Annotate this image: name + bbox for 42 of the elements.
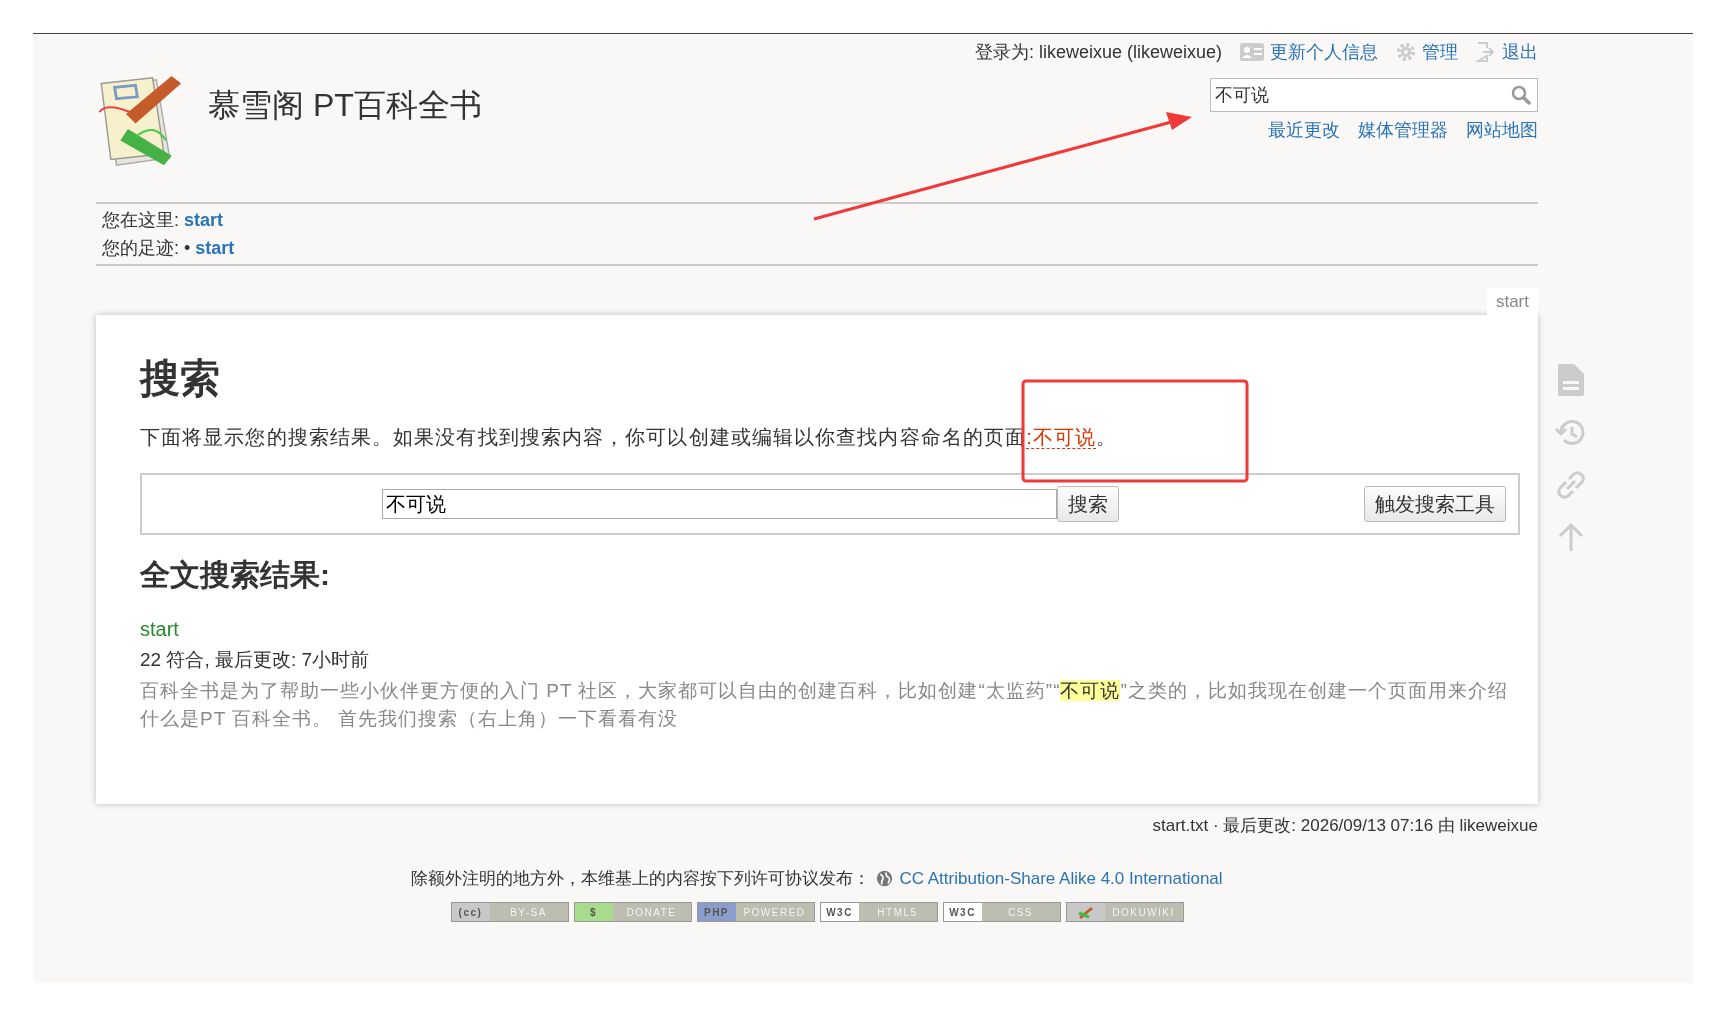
page-tab[interactable]: start <box>1486 288 1538 315</box>
login-status: 登录为: likeweixue (likeweixue) <box>974 41 1222 64</box>
page-heading: 搜索 <box>140 355 221 402</box>
site-title[interactable]: 慕雪阁 PT百科全书 <box>208 84 482 128</box>
search-field[interactable]: 不可说 <box>1210 78 1538 112</box>
search-input[interactable]: 不可说 <box>382 489 1057 519</box>
user-link[interactable]: 更新个人信息 <box>1240 40 1378 64</box>
link-icon[interactable] <box>1556 470 1586 500</box>
search-icon[interactable] <box>1511 85 1531 105</box>
search-tools-button[interactable]: 触发搜索工具 <box>1364 486 1506 522</box>
site-link[interactable]: 网站地图 <box>1466 118 1538 142</box>
user-link[interactable]: 管理 <box>1396 40 1458 64</box>
badge-link[interactable]: $ DONATE <box>573 902 692 922</box>
globe-icon <box>876 870 894 887</box>
badge-link[interactable]: W3C HTML5 <box>819 902 938 922</box>
breadcrumb-link[interactable]: start <box>184 206 224 234</box>
result-meta: 22 符合, 最后更改: 7小时前 <box>140 648 371 672</box>
history-icon[interactable] <box>1555 418 1587 448</box>
license-link[interactable]: CC Attribution-Share Alike 4.0 International <box>899 868 1223 889</box>
badge-link[interactable]: (cc) BY-SA <box>450 902 569 922</box>
breadcrumb-bullet: • <box>184 237 191 260</box>
logout-icon <box>1476 42 1496 62</box>
document-icon[interactable] <box>1558 364 1584 396</box>
site-link[interactable]: 媒体管理器 <box>1358 118 1448 142</box>
pencil-icon <box>1076 905 1095 919</box>
search-button[interactable]: 搜索 <box>1057 486 1119 522</box>
breadcrumb-label: 您的足迹: <box>102 237 179 260</box>
breadcrumb-label: 您在这里: <box>102 209 179 232</box>
arrow-up-icon[interactable] <box>1557 522 1585 552</box>
settings-icon <box>1396 42 1416 62</box>
result-snippet: 百科全书是为了帮助一些小伙伴更方便的入门 PT 社区，大家都可以自由的创建百科，比如创建“太监药”“不可说”之类的，比如我现在创建一个页面用来介绍什么是PT 百科全书。 首先我们搜索（右上角）一下看看有没 <box>140 679 1509 731</box>
badge-link[interactable]: W3C CSS <box>942 902 1061 922</box>
license-text: 除额外注明的地方外，本维基上的内容按下列许可协议发布： <box>411 868 871 890</box>
result-link[interactable]: start <box>140 618 179 640</box>
profile-card-icon <box>1240 43 1264 61</box>
missing-page-link[interactable]: :不可说 <box>1026 426 1097 449</box>
badge-link[interactable]: PHP POWERED <box>696 902 815 922</box>
results-heading: 全文搜索结果: <box>140 557 331 593</box>
page-info: start.txt · 最后更改: 2026/09/13 07:16 由 likeweixue <box>1152 815 1538 837</box>
site-link[interactable]: 最近更改 <box>1268 118 1340 142</box>
user-link[interactable]: 退出 <box>1476 40 1538 64</box>
breadcrumb-link[interactable]: start <box>195 234 235 262</box>
